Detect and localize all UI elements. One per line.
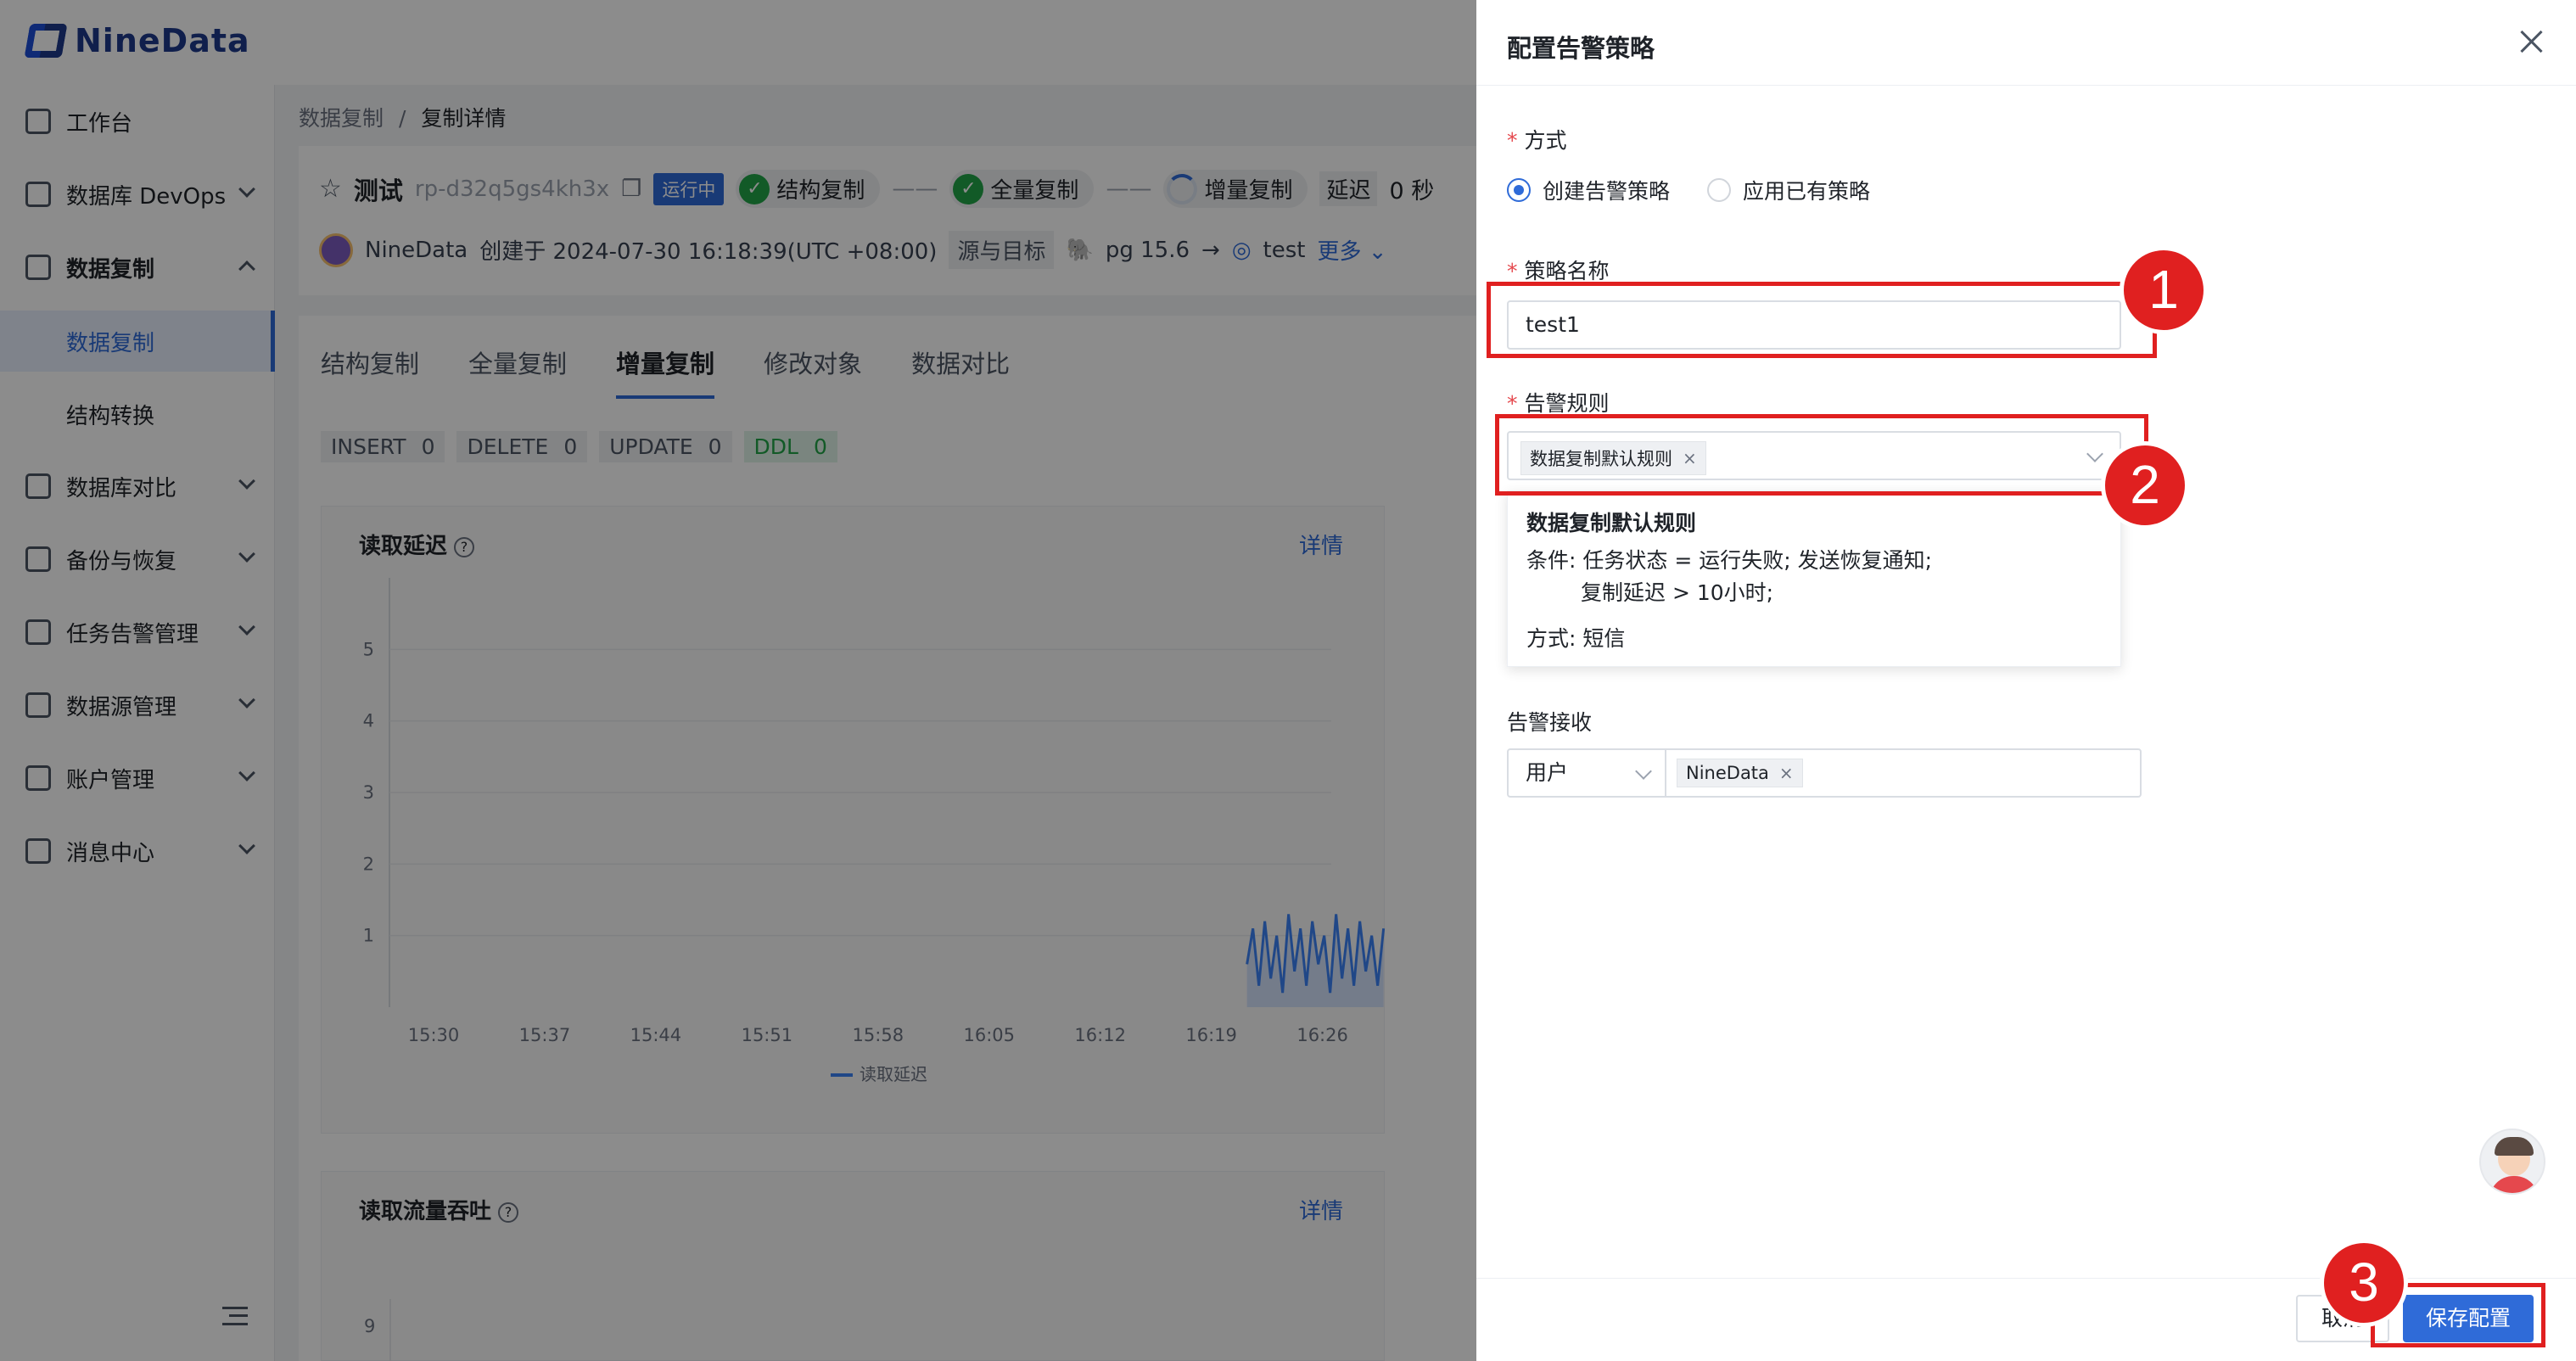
rule-condition-2: 复制延迟 > 10小时;: [1581, 580, 1774, 605]
annotation-badge-2: 2: [2101, 441, 2189, 529]
modal-overlay[interactable]: [0, 0, 1476, 1361]
label-text: 方式: [1524, 128, 1567, 153]
recv-type-select[interactable]: 用户: [1507, 748, 1666, 798]
annotation-box-2: [1495, 414, 2148, 496]
chevron-down-icon: [1635, 763, 1652, 780]
rule-condition: 条件: 任务状态 = 运行失败; 发送恢复通知;: [1526, 548, 1933, 573]
radio-apply-existing[interactable]: [1707, 178, 1732, 202]
alert-rule-label: * 告警规则: [1507, 387, 1610, 417]
close-icon[interactable]: [2517, 27, 2545, 56]
rule-detail-title: 数据复制默认规则: [1526, 511, 1697, 535]
support-assistant-avatar[interactable]: [2479, 1129, 2545, 1195]
required-mark: *: [1507, 128, 1518, 153]
divider: [1476, 1278, 2576, 1279]
required-mark: *: [1507, 259, 1518, 283]
annotation-badge-1: 1: [2120, 246, 2208, 334]
annotation-badge-3: 3: [2320, 1239, 2408, 1327]
close-icon[interactable]: ×: [1779, 763, 1794, 783]
method-label: * 方式: [1507, 124, 1567, 154]
radio-label[interactable]: 创建告警策略: [1543, 175, 1670, 205]
policy-name-label: * 策略名称: [1507, 255, 1610, 285]
user-tag: NineData ×: [1677, 759, 1803, 787]
tag-label: NineData: [1686, 763, 1769, 783]
alert-policy-drawer: 配置告警策略 * 方式 创建告警策略 应用已有策略 * 策略名称 test1 * 告警…: [1476, 0, 2576, 1361]
recv-label: 告警接收: [1507, 710, 1593, 735]
drawer-title: 配置告警策略: [1507, 34, 1655, 63]
annotation-box-1: [1487, 282, 2157, 358]
recv-user-select[interactable]: NineData ×: [1665, 748, 2142, 798]
method-radio-group: 创建告警策略 应用已有策略: [1507, 175, 1907, 205]
recv-type-value: 用户: [1526, 760, 1569, 785]
rule-method: 方式: 短信: [1526, 626, 1626, 651]
label-text: 策略名称: [1524, 259, 1610, 283]
radio-label[interactable]: 应用已有策略: [1743, 175, 1870, 205]
required-mark: *: [1507, 391, 1518, 416]
rule-detail-popover: 数据复制默认规则 条件: 任务状态 = 运行失败; 发送恢复通知; 复制延迟 >…: [1507, 490, 2121, 667]
label-text: 告警规则: [1524, 391, 1610, 416]
divider: [1476, 85, 2576, 86]
radio-create-policy[interactable]: [1507, 178, 1531, 202]
